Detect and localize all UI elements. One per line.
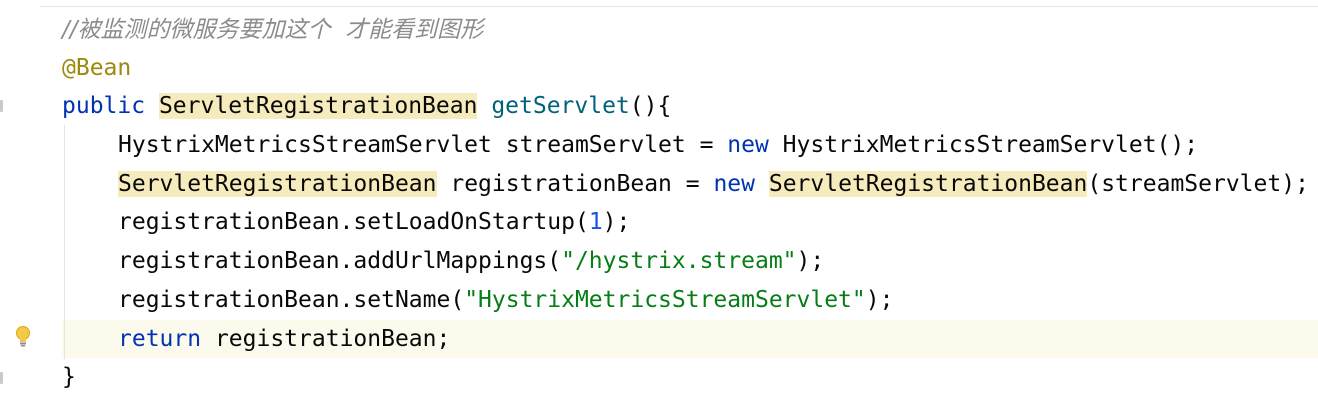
method-call: registrationBean.addUrlMappings( [118,248,562,274]
statement-tail: registrationBean; [201,326,451,352]
statement: registrationBean.addUrlMappings("/hystri… [118,242,824,280]
string-literal: "/hystrix.stream" [561,248,797,274]
variable-assign: registrationBean = [436,171,714,197]
statement: ServletRegistrationBean registrationBean… [118,165,1309,203]
statement: HystrixMetricsStreamServlet streamServle… [118,126,1198,164]
statement-tail: ); [602,209,631,235]
method-call: registrationBean.setName( [118,287,465,313]
code-line-7[interactable]: registrationBean.addUrlMappings("/hystri… [0,242,1318,280]
annotation-bean: @Bean [62,55,132,81]
statement-tail: (streamServlet); [1087,171,1309,197]
statement: registrationBean.setLoadOnStartup(1); [118,203,630,241]
code-line-8[interactable]: registrationBean.setName("HystrixMetrics… [0,281,1318,319]
code-line-1[interactable]: //被监测的微服务要加这个 才能看到图形 [0,11,1318,49]
variable-assign: streamServlet = [491,132,728,158]
editor-top-border [0,6,1318,7]
signature-tail: (){ [629,93,672,119]
statement-tail: ); [865,287,894,313]
code-line-2[interactable]: @Bean [0,49,1318,87]
keyword-return: return [118,326,202,352]
comment-text: //被监测的微服务要加这个 才能看到图形 [62,17,484,43]
code-line-5[interactable]: ServletRegistrationBean registrationBean… [0,165,1318,203]
type-reference: ServletRegistrationBean [158,93,478,119]
number-literal: 1 [588,209,603,235]
code-line-3[interactable]: public ServletRegistrationBean getServle… [0,87,1318,125]
method-signature: public ServletRegistrationBean getServle… [62,87,671,125]
method-name: getServlet [491,93,630,119]
statement-tail: ); [796,248,825,274]
type-reference: HystrixMetricsStreamServlet [768,132,1157,158]
code-line-4[interactable]: HystrixMetricsStreamServlet streamServle… [0,126,1318,164]
method-call: registrationBean.setLoadOnStartup( [118,209,589,235]
code-editor[interactable]: //被监测的微服务要加这个 才能看到图形 @Bean public Servle… [0,0,1318,403]
string-literal: "HystrixMetricsStreamServlet" [464,287,866,313]
statement: registrationBean.setName("HystrixMetrics… [118,281,893,319]
closing-brace: } [62,364,76,390]
type-reference: HystrixMetricsStreamServlet [118,132,492,158]
code-line-6[interactable]: registrationBean.setLoadOnStartup(1); [0,203,1318,241]
statement: return registrationBean; [118,320,450,358]
lightbulb-icon[interactable] [14,325,32,349]
statement-tail: (); [1156,132,1199,158]
keyword-new: new [727,132,769,158]
keyword-new: new [713,171,755,197]
type-reference: ServletRegistrationBean [118,171,437,197]
type-reference: ServletRegistrationBean [768,171,1088,197]
code-line-10[interactable]: } [0,358,1318,396]
keyword-public: public [62,93,146,119]
code-line-9[interactable]: return registrationBean; [0,320,1318,358]
